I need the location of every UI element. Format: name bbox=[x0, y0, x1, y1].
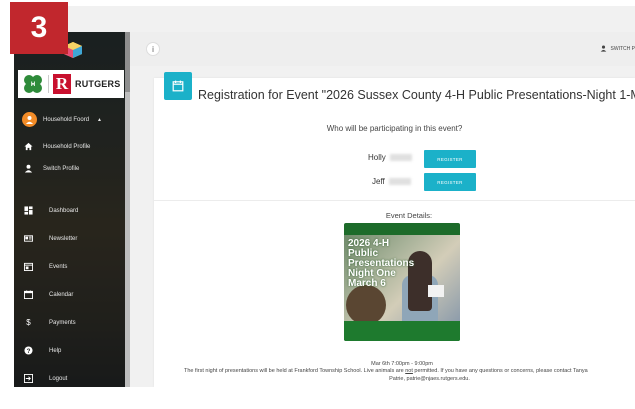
person-icon bbox=[600, 45, 606, 52]
sidebar-item-label: Events bbox=[49, 263, 68, 270]
page-title: Registration for Event "2026 Sussex Coun… bbox=[198, 88, 635, 102]
person-icon bbox=[24, 164, 33, 173]
switch-profile-link[interactable]: SWITCH P bbox=[600, 45, 635, 52]
calendar-icon bbox=[24, 290, 33, 299]
user-silhouette-icon bbox=[26, 116, 33, 124]
sidebar-item-events[interactable]: Events bbox=[24, 262, 67, 271]
card-header-icon bbox=[164, 72, 192, 100]
register-button-holly[interactable]: REGISTER bbox=[424, 150, 476, 168]
logo-divider bbox=[48, 75, 49, 93]
sidebar-item-label: Logout bbox=[49, 375, 68, 382]
sidebar-item-label: Newsletter bbox=[49, 235, 78, 242]
info-button[interactable]: i bbox=[146, 42, 160, 56]
sidebar-item-payments[interactable]: $ Payments bbox=[24, 318, 76, 327]
participant-holly: Holly bbox=[368, 153, 412, 162]
svg-text:H: H bbox=[31, 82, 35, 88]
sidebar-item-label: Switch Profile bbox=[43, 165, 80, 172]
event-description-text: permitted. If you have any questions or … bbox=[412, 368, 588, 374]
event-description-emphasis: not bbox=[405, 368, 413, 374]
participant-name: Holly bbox=[368, 153, 386, 162]
step-number-badge: 3 bbox=[10, 2, 68, 54]
participation-question: Who will be participating in this event? bbox=[326, 124, 463, 133]
sidebar-item-calendar[interactable]: Calendar bbox=[24, 290, 73, 299]
sidebar-item-label: Calendar bbox=[49, 291, 74, 298]
svg-text:?: ? bbox=[27, 348, 31, 355]
household-switcher[interactable]: Household Foord ▲ bbox=[22, 112, 102, 127]
register-button-jeff[interactable]: REGISTER bbox=[424, 173, 476, 191]
poster-footer-band bbox=[344, 321, 460, 341]
sidebar-item-label: Help bbox=[49, 347, 62, 354]
sidebar-scrollbar-thumb[interactable] bbox=[125, 32, 130, 92]
sidebar-item-logout[interactable]: Logout bbox=[24, 374, 67, 383]
dashboard-icon bbox=[24, 206, 33, 215]
newsletter-icon bbox=[24, 235, 33, 242]
household-avatar bbox=[22, 112, 37, 127]
events-icon bbox=[24, 262, 33, 271]
rutgers-r-mark: R bbox=[53, 74, 71, 94]
participant-jeff: Jeff bbox=[372, 177, 411, 186]
brand-logo[interactable]: H R RUTGERS bbox=[18, 70, 124, 98]
redacted-last-name bbox=[388, 178, 411, 185]
switch-profile-label: SWITCH P bbox=[610, 45, 635, 52]
participant-name: Jeff bbox=[372, 177, 385, 186]
dollar-icon: $ bbox=[26, 318, 31, 327]
sidebar-item-label: Household Profile bbox=[43, 143, 91, 150]
poster-title-line: Public Presentations bbox=[348, 248, 415, 269]
home-icon bbox=[24, 142, 33, 151]
sidebar-item-label: Dashboard bbox=[49, 207, 79, 214]
calendar-icon bbox=[172, 80, 184, 92]
app-frame: H R RUTGERS Household Foord ▲ Household … bbox=[14, 6, 635, 387]
poster-title-line: March 6 bbox=[348, 278, 386, 289]
event-description: The first night of presentations will be… bbox=[154, 368, 635, 375]
sidebar-item-switch-profile[interactable]: Switch Profile bbox=[24, 164, 79, 173]
event-poster: 2026 4-H Public Presentations Night One … bbox=[344, 223, 460, 341]
logout-icon bbox=[24, 374, 33, 383]
event-description-text: The first night of presentations will be… bbox=[184, 368, 406, 374]
event-time: Mar 6th 7:00pm - 9:00pm bbox=[371, 361, 433, 367]
four-h-clover-icon: H bbox=[24, 75, 42, 93]
sidebar-item-label: Payments bbox=[49, 319, 76, 326]
event-details-heading: Event Details: bbox=[385, 211, 433, 220]
sidebar-item-help[interactable]: ? Help bbox=[24, 346, 61, 355]
redacted-last-name bbox=[389, 154, 412, 161]
household-name: Household Foord bbox=[43, 116, 90, 123]
section-divider bbox=[154, 200, 635, 201]
top-bar: i SWITCH P bbox=[130, 32, 635, 66]
caret-up-icon: ▲ bbox=[97, 116, 102, 123]
sidebar-item-household-profile[interactable]: Household Profile bbox=[24, 142, 90, 151]
help-icon: ? bbox=[24, 346, 33, 355]
poster-title: 2026 4-H Public Presentations Night One … bbox=[348, 239, 438, 289]
sidebar-item-newsletter[interactable]: Newsletter bbox=[24, 234, 77, 243]
sidebar-item-dashboard[interactable]: Dashboard bbox=[24, 206, 78, 215]
rutgers-wordmark: RUTGERS bbox=[75, 79, 121, 89]
event-contact: Patrie, patrie@njaes.rutgers.edu. bbox=[389, 376, 470, 382]
poster-audience-member bbox=[346, 285, 386, 325]
sidebar: H R RUTGERS Household Foord ▲ Household … bbox=[14, 32, 130, 387]
